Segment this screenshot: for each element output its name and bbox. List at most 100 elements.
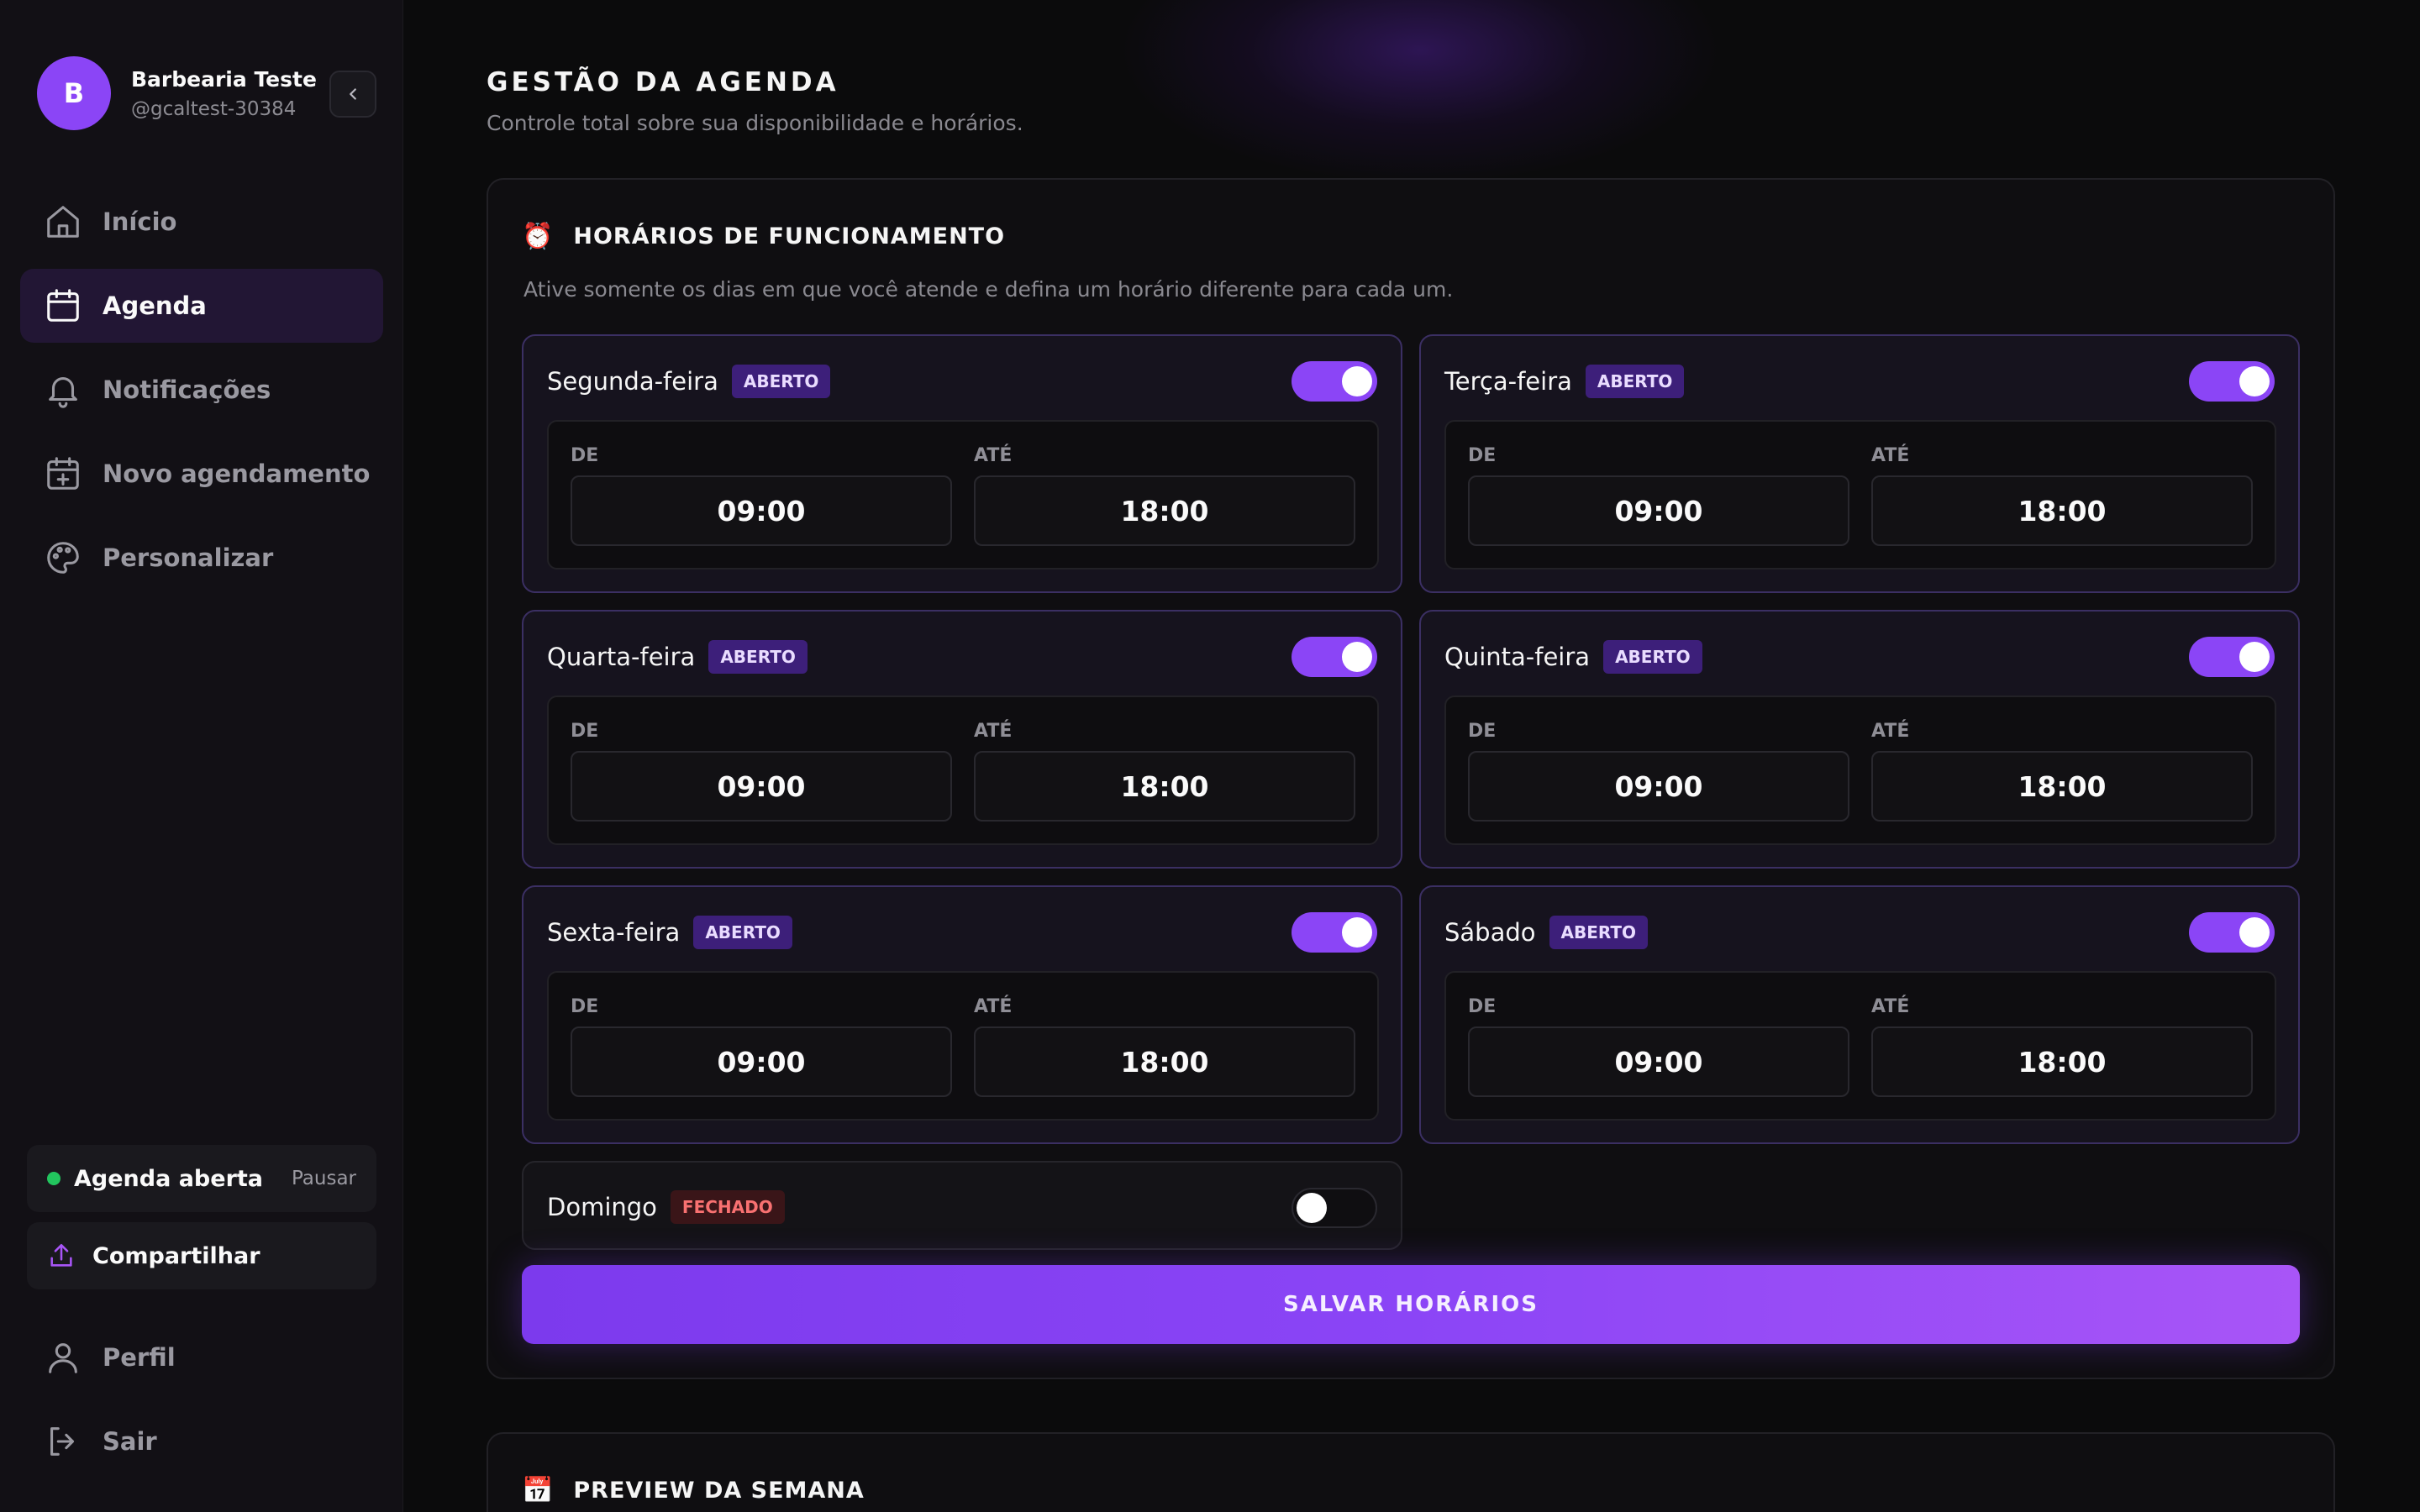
- agenda-status-label: Agenda aberta: [74, 1165, 264, 1192]
- day-name: Quarta-feira: [547, 643, 696, 671]
- profile-name: Barbearia Teste: [131, 66, 317, 92]
- logout-icon: [50, 1427, 75, 1456]
- day-name: Terça-feira: [1444, 367, 1572, 396]
- to-label: ATÉ: [1871, 996, 1910, 1017]
- to-time-input[interactable]: 18:00: [1871, 751, 2253, 822]
- hours-panel-header: ⏰ HORÁRIOS DE FUNCIONAMENTO: [522, 222, 1005, 251]
- profile-header: B Barbearia Teste @gcaltest-30384: [37, 56, 317, 130]
- status-badge: ABERTO: [1603, 640, 1702, 674]
- day-card-domingo: Domingo FECHADO: [522, 1161, 1402, 1250]
- status-indicator: [47, 1172, 60, 1185]
- status-badge: ABERTO: [731, 365, 831, 398]
- from-time-input[interactable]: 09:00: [1468, 751, 1849, 822]
- hours-panel-title: HORÁRIOS DE FUNCIONAMENTO: [573, 223, 1006, 249]
- sidebar-item-personalizar[interactable]: Personalizar: [20, 521, 383, 595]
- bell-icon: [49, 377, 77, 408]
- time-range: DE ATÉ 09:00 18:00: [1444, 696, 2276, 845]
- day-card-sabado: Sábado ABERTO DE ATÉ 09:00 18:00: [1419, 885, 2300, 1144]
- sidebar-item-label: Notificações: [103, 375, 271, 404]
- pause-button[interactable]: Pausar: [292, 1168, 356, 1189]
- week-preview-panel: 📅 PREVIEW DA SEMANA: [487, 1432, 2335, 1512]
- day-card-segunda: Segunda-feira ABERTO DE ATÉ 09:00 18:00: [522, 334, 1402, 593]
- to-time-input[interactable]: 18:00: [1871, 1026, 2253, 1097]
- to-label: ATÉ: [1871, 445, 1910, 466]
- sidebar-item-perfil[interactable]: Perfil: [20, 1320, 383, 1394]
- week-preview-header: 📅 PREVIEW DA SEMANA: [522, 1476, 865, 1505]
- day-toggle[interactable]: [1292, 912, 1377, 953]
- time-range: DE ATÉ 09:00 18:00: [547, 971, 1379, 1121]
- share-label: Compartilhar: [92, 1242, 260, 1269]
- sidebar-item-label: Início: [103, 207, 177, 236]
- sidebar-item-novo-agendamento[interactable]: Novo agendamento: [20, 437, 383, 511]
- to-label: ATÉ: [974, 721, 1013, 742]
- time-range: DE ATÉ 09:00 18:00: [547, 420, 1379, 570]
- day-name: Quinta-feira: [1444, 643, 1591, 671]
- from-label: DE: [1468, 721, 1497, 742]
- time-range: DE ATÉ 09:00 18:00: [1444, 420, 2276, 570]
- day-name: Sábado: [1444, 918, 1536, 947]
- from-label: DE: [571, 445, 599, 466]
- day-toggle[interactable]: [1292, 361, 1377, 402]
- page-subtitle: Controle total sobre sua disponibilidade…: [487, 111, 1023, 135]
- avatar[interactable]: B: [37, 56, 111, 130]
- day-name: Domingo: [547, 1193, 657, 1221]
- day-toggle[interactable]: [2189, 637, 2275, 677]
- page-title: GESTÃO DA AGENDA: [487, 67, 839, 97]
- share-button[interactable]: Compartilhar: [27, 1222, 376, 1289]
- sidebar: B Barbearia Teste @gcaltest-30384 Início…: [0, 0, 403, 1512]
- day-card-sexta: Sexta-feira ABERTO DE ATÉ 09:00 18:00: [522, 885, 1402, 1144]
- home-icon: [47, 206, 79, 238]
- to-time-input[interactable]: 18:00: [1871, 475, 2253, 546]
- status-badge: ABERTO: [693, 916, 792, 949]
- status-badge: ABERTO: [1585, 365, 1685, 398]
- from-time-input[interactable]: 09:00: [571, 475, 952, 546]
- chevron-left-icon: [350, 88, 356, 100]
- from-time-input[interactable]: 09:00: [571, 751, 952, 822]
- to-label: ATÉ: [974, 996, 1013, 1017]
- sidebar-item-notificacoes[interactable]: Notificações: [20, 353, 383, 427]
- sidebar-item-sair[interactable]: Sair: [20, 1404, 383, 1478]
- agenda-status: Agenda aberta Pausar: [27, 1145, 376, 1212]
- day-toggle[interactable]: [2189, 912, 2275, 953]
- time-range: DE ATÉ 09:00 18:00: [1444, 971, 2276, 1121]
- sidebar-nav: Início Agenda Notificações Novo agendame…: [20, 185, 383, 605]
- collapse-sidebar-button[interactable]: [329, 71, 376, 118]
- from-time-input[interactable]: 09:00: [1468, 1026, 1849, 1097]
- profile-handle: @gcaltest-30384: [131, 97, 297, 120]
- day-name: Sexta-feira: [547, 918, 681, 947]
- from-time-input[interactable]: 09:00: [571, 1026, 952, 1097]
- to-time-input[interactable]: 18:00: [974, 751, 1355, 822]
- status-badge: ABERTO: [708, 640, 808, 674]
- to-label: ATÉ: [974, 445, 1013, 466]
- to-time-input[interactable]: 18:00: [974, 1026, 1355, 1097]
- day-card-quarta: Quarta-feira ABERTO DE ATÉ 09:00 18:00: [522, 610, 1402, 869]
- palette-icon: [47, 542, 79, 574]
- hours-panel-description: Ative somente os dias em que você atende…: [523, 277, 1454, 302]
- from-label: DE: [571, 996, 599, 1017]
- day-toggle[interactable]: [2189, 361, 2275, 402]
- week-preview-title: PREVIEW DA SEMANA: [573, 1478, 865, 1504]
- day-card-terca: Terça-feira ABERTO DE ATÉ 09:00 18:00: [1419, 334, 2300, 593]
- calendar-plus-icon: [47, 457, 79, 490]
- sidebar-item-label: Agenda: [103, 291, 207, 320]
- save-hours-button[interactable]: SALVAR HORÁRIOS: [522, 1265, 2300, 1344]
- to-time-input[interactable]: 18:00: [974, 475, 1355, 546]
- from-time-input[interactable]: 09:00: [1468, 475, 1849, 546]
- calendar-icon: 📅: [522, 1476, 554, 1505]
- header-glow: [1118, 0, 1723, 185]
- user-icon: [49, 1343, 77, 1373]
- sidebar-item-label: Sair: [103, 1427, 157, 1456]
- hours-panel: ⏰ HORÁRIOS DE FUNCIONAMENTO Ative soment…: [487, 178, 2335, 1379]
- to-label: ATÉ: [1871, 721, 1910, 742]
- status-badge: ABERTO: [1549, 916, 1649, 949]
- share-icon: [50, 1243, 72, 1267]
- day-toggle[interactable]: [1292, 1188, 1377, 1228]
- sidebar-item-inicio[interactable]: Início: [20, 185, 383, 259]
- sidebar-bottom-nav: Perfil Sair: [20, 1320, 383, 1488]
- calendar-icon: [47, 289, 79, 322]
- day-toggle[interactable]: [1292, 637, 1377, 677]
- time-range: DE ATÉ 09:00 18:00: [547, 696, 1379, 845]
- from-label: DE: [571, 721, 599, 742]
- day-card-quinta: Quinta-feira ABERTO DE ATÉ 09:00 18:00: [1419, 610, 2300, 869]
- sidebar-item-agenda[interactable]: Agenda: [20, 269, 383, 343]
